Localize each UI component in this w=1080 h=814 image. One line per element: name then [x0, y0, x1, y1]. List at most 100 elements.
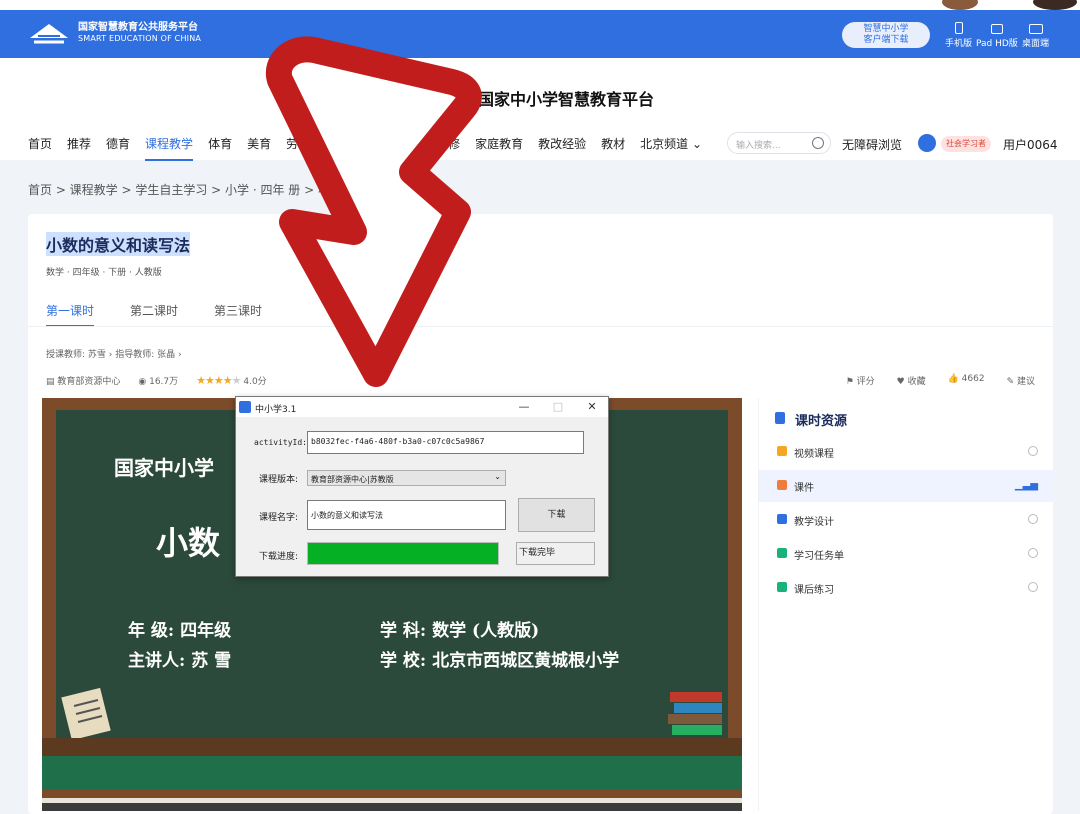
- tab-lesson-3[interactable]: 第三课时: [214, 302, 262, 319]
- resource-item-task[interactable]: 学习任务单: [759, 538, 1054, 570]
- exercise-icon: [777, 582, 787, 592]
- resource-label: 课件: [794, 483, 814, 494]
- logo-title: 国家智慧教育公共服务平台: [78, 22, 198, 33]
- main-nav: 首页 推荐 德育 课程教学 体育 美育 劳 修 家庭教育 教改经验 教材 北京频…: [28, 135, 717, 161]
- download-button[interactable]: 下载: [518, 498, 595, 532]
- source-info: ▤ 教育部资源中心: [46, 377, 121, 387]
- like-button[interactable]: 👍 4662: [948, 374, 985, 387]
- course-subtitle: 数学 · 四年级 · 下册 · 人教版: [46, 268, 162, 278]
- nav-item[interactable]: 教材: [601, 135, 625, 152]
- status-circle-icon: [1028, 514, 1038, 524]
- teacher-info[interactable]: 授课教师: 苏雪 › 指导教师: 张晶 ›: [46, 347, 182, 360]
- nav-item-dropdown[interactable]: 北京频道 ⌄: [640, 135, 702, 152]
- site-title: 国家中小学智慧教育平台: [478, 90, 655, 109]
- video-icon: [777, 446, 787, 456]
- device-mobile-label: 手机版: [945, 39, 973, 49]
- breadcrumb[interactable]: 首页 > 课程教学 > 学生自主学习 > 小学 · 四年 册 > 小数的意义和读…: [28, 181, 426, 198]
- app-icon: [239, 401, 251, 413]
- maximize-icon[interactable]: □: [550, 400, 566, 413]
- course-name-field[interactable]: 小数的意义和读写法: [307, 500, 506, 530]
- search-placeholder: 输入搜索...: [736, 141, 781, 151]
- platform-logo[interactable]: 国家智慧教育公共服务平台 SMART EDUCATION OF CHINA: [28, 20, 201, 46]
- desktop-icon: [1028, 24, 1043, 34]
- search-input[interactable]: 输入搜索...: [727, 132, 831, 154]
- views-info: ◉ 16.7万: [138, 377, 179, 387]
- device-mobile[interactable]: 手机版: [945, 22, 972, 49]
- device-desktop-label: 桌面端: [1022, 39, 1050, 49]
- views-count: 16.7万: [149, 377, 179, 387]
- accessibility-link[interactable]: 无障碍浏览: [842, 136, 902, 153]
- nav-item-active[interactable]: 课程教学: [145, 135, 194, 161]
- dialog-titlebar[interactable]: 中小学3.1 — □ ✕: [236, 397, 608, 417]
- top-strip: [0, 0, 1080, 10]
- progress-label: 下载进度:: [259, 552, 299, 562]
- slide-footer: [42, 756, 742, 790]
- user-name[interactable]: 用户0064: [1003, 136, 1058, 153]
- nav-item[interactable]: 德育: [106, 135, 130, 152]
- star-rating-icon: ★★★★★: [196, 374, 241, 387]
- nav-item[interactable]: 美育: [247, 135, 271, 152]
- resource-item-slides[interactable]: 课件 ▁▃▅: [759, 470, 1054, 502]
- resources-panel: 课时资源 视频课程 课件 ▁▃▅ 教学设计 学习任务单 课后练习: [758, 398, 1054, 811]
- rate-button[interactable]: ⚑ 评分: [846, 374, 875, 387]
- rating-text: 4.0分: [243, 377, 267, 387]
- device-pad[interactable]: Pad HD版: [976, 22, 1018, 49]
- resource-item-exercise[interactable]: 课后练习: [759, 572, 1054, 604]
- nav-item[interactable]: 家庭教育: [475, 135, 523, 152]
- board-platform: 国家中小学: [114, 456, 214, 480]
- nav-item[interactable]: 体育: [208, 135, 232, 152]
- download-status: 下载完毕: [516, 542, 595, 565]
- client-download-line1: 智慧中小学: [863, 24, 909, 34]
- course-meta: ▤ 教育部资源中心 ◉ 16.7万 ★★★★★ 4.0分: [46, 374, 267, 387]
- downloader-dialog: 中小学3.1 — □ ✕ activityId: b8032fec-f4a6-4…: [235, 396, 609, 577]
- resource-item-design[interactable]: 教学设计: [759, 504, 1054, 536]
- task-icon: [777, 548, 787, 558]
- client-download-line2: 客户端下载: [863, 35, 909, 45]
- device-desktop[interactable]: 桌面端: [1022, 22, 1049, 49]
- slides-icon: [777, 480, 787, 490]
- resource-item-video[interactable]: 视频课程: [759, 436, 1054, 468]
- nav-item[interactable]: 教改经验: [538, 135, 586, 152]
- tab-lesson-1[interactable]: 第一课时: [46, 302, 95, 327]
- favorite-label: 收藏: [907, 377, 926, 387]
- search-icon[interactable]: [812, 137, 824, 149]
- header: 国家中小学智慧教育平台 首页 推荐 德育 课程教学 体育 美育 劳 修 家庭教育…: [0, 58, 1080, 161]
- activity-id-field[interactable]: b8032fec-f4a6-480f-b3a0-c07c0c5a9867: [307, 431, 584, 454]
- rating-info: ★★★★★ 4.0分: [196, 374, 267, 387]
- board-school: 学 校: 北京市西城区黄城根小学: [380, 651, 620, 671]
- lesson-tabs: 第一课时 第二课时 第三课时: [46, 302, 262, 327]
- status-circle-icon: [1028, 446, 1038, 456]
- books-icon: [668, 692, 722, 735]
- tablet-icon: [990, 24, 1003, 34]
- close-icon[interactable]: ✕: [584, 400, 600, 413]
- nav-item[interactable]: 推荐: [67, 135, 91, 152]
- nav-item[interactable]: 首页: [28, 135, 52, 152]
- logo-subtitle: SMART EDUCATION OF CHINA: [78, 34, 202, 43]
- suggest-button[interactable]: ✎ 建议: [1007, 374, 1035, 387]
- version-label: 课程版本:: [259, 475, 299, 485]
- resource-label: 教学设计: [794, 517, 834, 528]
- activity-label: activityId:: [254, 438, 307, 447]
- client-download-button[interactable]: 智慧中小学 客户端下载: [842, 22, 930, 48]
- board-teacher: 主讲人: 苏 雪: [128, 651, 232, 671]
- course-actions: ⚑ 评分 ♥ 收藏 👍 4662 ✎ 建议: [846, 374, 1035, 387]
- version-selected: 教育部资源中心|苏教版: [311, 475, 394, 484]
- corner-photo: [942, 0, 1077, 10]
- tab-lesson-2[interactable]: 第二课时: [130, 302, 178, 319]
- resource-label: 学习任务单: [794, 551, 844, 562]
- resource-label: 课后练习: [794, 585, 834, 596]
- minimize-icon[interactable]: —: [516, 400, 532, 413]
- favorite-button[interactable]: ♥ 收藏: [897, 374, 926, 387]
- status-circle-icon: [1028, 548, 1038, 558]
- version-select[interactable]: 教育部资源中心|苏教版 ⌄: [307, 470, 506, 486]
- viewer-bottom: [42, 803, 742, 811]
- design-icon: [777, 514, 787, 524]
- user-avatar[interactable]: [918, 134, 936, 152]
- nav-item[interactable]: 劳: [286, 135, 298, 152]
- board-lesson: 小数: [156, 524, 221, 562]
- top-bar: 国家智慧教育公共服务平台 SMART EDUCATION OF CHINA 智慧…: [0, 10, 1080, 58]
- nav-item[interactable]: 修: [448, 135, 460, 152]
- suggest-label: 建议: [1016, 377, 1035, 387]
- resource-label: 视频课程: [794, 449, 834, 460]
- source-name: 教育部资源中心: [57, 377, 121, 387]
